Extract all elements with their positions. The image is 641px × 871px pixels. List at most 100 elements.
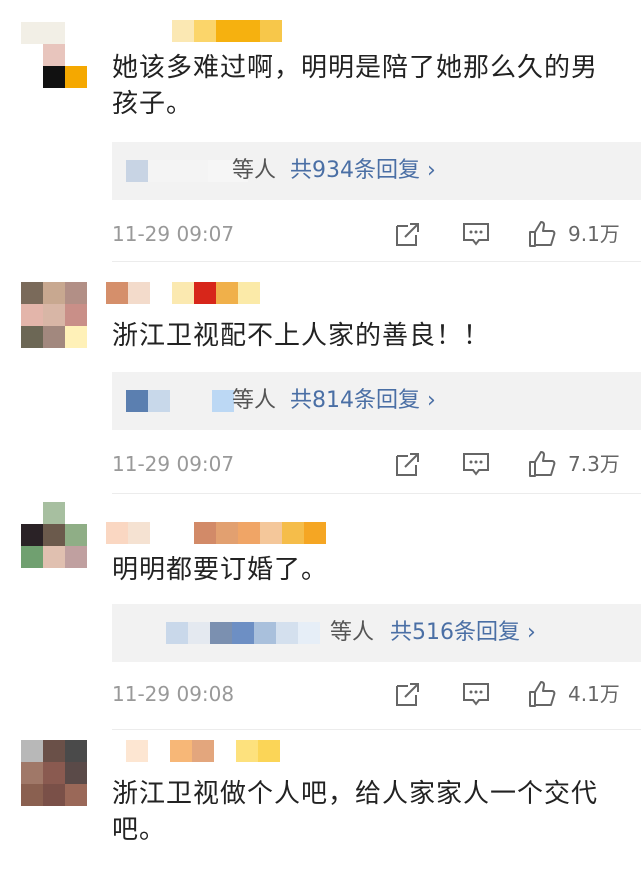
username[interactable]	[172, 20, 282, 44]
comment-icon[interactable]	[462, 680, 490, 708]
comment-footer: 11-29 09:07 9.1万	[112, 218, 641, 250]
reply-preview[interactable]: 等人 共934条回复 ›	[112, 142, 641, 200]
avatar[interactable]	[21, 740, 87, 806]
username-pixel	[172, 522, 194, 544]
like-count: 4.1万	[568, 682, 620, 706]
avatar-pixel	[65, 326, 87, 348]
username-pixel	[258, 740, 280, 762]
avatar-pixel	[43, 326, 65, 348]
like-count: 7.3万	[568, 452, 620, 476]
thumb-up-icon[interactable]	[528, 450, 556, 478]
comment-text: 她该多难过啊，明明是陪了她那么久的男孩子。	[112, 53, 599, 119]
avatar-pixel	[43, 66, 65, 88]
avatar-pixel	[65, 546, 87, 568]
avatar-pixel	[65, 502, 87, 524]
username-pixel	[126, 740, 148, 762]
thumb-up-icon[interactable]	[528, 220, 556, 248]
avatar-pixel	[21, 502, 43, 524]
comment-text: 浙江卫视做个人吧，给人家家人一个交代吧。	[112, 779, 599, 845]
username-pixel	[214, 740, 236, 762]
avatar-pixel	[65, 524, 87, 546]
reply-tail: 等人	[232, 158, 277, 183]
username-pixel	[106, 282, 128, 304]
username[interactable]	[106, 522, 326, 546]
username-pixel	[106, 522, 128, 544]
username[interactable]	[106, 282, 260, 306]
username-pixel	[238, 282, 260, 304]
thumb-up-icon[interactable]	[528, 680, 556, 708]
avatar-pixel	[65, 784, 87, 806]
share-icon[interactable]	[394, 450, 422, 478]
replier-names-blurred	[126, 622, 320, 644]
avatar-pixel	[43, 44, 65, 66]
avatar-pixel	[21, 282, 43, 304]
reply-tail: 等人	[232, 388, 277, 413]
reply-preview[interactable]: 等人 共516条回复 ›	[112, 604, 641, 662]
avatar-pixel	[65, 740, 87, 762]
comment-item: 浙江卫视配不上人家的善良！！ 等人 共814条回复 › 11-29 09:07 …	[0, 262, 641, 494]
username-pixel	[148, 740, 170, 762]
avatar[interactable]	[21, 502, 87, 568]
username-pixel	[194, 522, 216, 544]
avatar-pixel	[43, 784, 65, 806]
comment-text: 明明都要订婚了。	[112, 555, 329, 585]
reply-tail: 等人	[330, 620, 375, 645]
reply-count-link[interactable]: 共814条回复 ›	[290, 385, 436, 417]
username-pixel	[216, 282, 238, 304]
username-pixel	[170, 740, 192, 762]
avatar-pixel	[21, 784, 43, 806]
username-pixel	[236, 740, 258, 762]
comment-icon[interactable]	[462, 450, 490, 478]
avatar-pixel	[21, 524, 43, 546]
avatar-pixel	[21, 546, 43, 568]
username-pixel	[172, 20, 194, 42]
avatar-pixel	[43, 524, 65, 546]
comment-icon[interactable]	[462, 220, 490, 248]
username-pixel	[150, 522, 172, 544]
avatar[interactable]	[21, 282, 87, 348]
reply-count-link[interactable]: 共516条回复 ›	[390, 617, 536, 649]
username-pixel	[128, 282, 150, 304]
username-pixel	[304, 522, 326, 544]
comment-item: 她该多难过啊，明明是陪了她那么久的男孩子。 等人 共934条回复 › 11-29…	[0, 0, 641, 262]
username-pixel	[194, 20, 216, 42]
username-pixel	[172, 282, 194, 304]
avatar-pixel	[21, 304, 43, 326]
like-count: 9.1万	[568, 222, 620, 246]
timestamp: 11-29 09:07	[112, 452, 235, 476]
share-icon[interactable]	[394, 220, 422, 248]
avatar-pixel	[43, 546, 65, 568]
timestamp: 11-29 09:08	[112, 682, 235, 706]
avatar-pixel	[21, 66, 43, 88]
avatar-pixel	[65, 66, 87, 88]
username[interactable]	[126, 740, 280, 764]
reply-preview[interactable]: 等人 共814条回复 ›	[112, 372, 641, 430]
username-pixel	[260, 20, 282, 42]
username-pixel	[282, 522, 304, 544]
comment-footer: 11-29 09:08 4.1万	[112, 678, 641, 710]
replier-names-blurred	[126, 160, 248, 182]
username-pixel	[194, 282, 216, 304]
avatar-pixel	[65, 762, 87, 784]
avatar-pixel	[21, 740, 43, 762]
avatar-pixel	[65, 304, 87, 326]
username-pixel	[192, 740, 214, 762]
avatar-pixel	[43, 502, 65, 524]
comment-footer: 11-29 09:07 7.3万	[112, 448, 641, 480]
comment-item: 明明都要订婚了。 等人 共516条回复 › 11-29 09:08 4.1万	[0, 494, 641, 730]
avatar-pixel	[65, 282, 87, 304]
username-pixel	[238, 522, 260, 544]
share-icon[interactable]	[394, 680, 422, 708]
reply-count-link[interactable]: 共934条回复 ›	[290, 155, 436, 187]
avatar-pixel	[21, 44, 43, 66]
avatar-pixel	[21, 326, 43, 348]
username-pixel	[260, 522, 282, 544]
avatar-pixel	[43, 762, 65, 784]
avatar[interactable]	[21, 22, 87, 88]
avatar-pixel	[43, 22, 65, 44]
comment-item: 浙江卫视做个人吧，给人家家人一个交代吧。	[0, 730, 641, 871]
username-pixel	[238, 20, 260, 42]
avatar-pixel	[43, 304, 65, 326]
username-pixel	[216, 522, 238, 544]
avatar-pixel	[21, 22, 43, 44]
